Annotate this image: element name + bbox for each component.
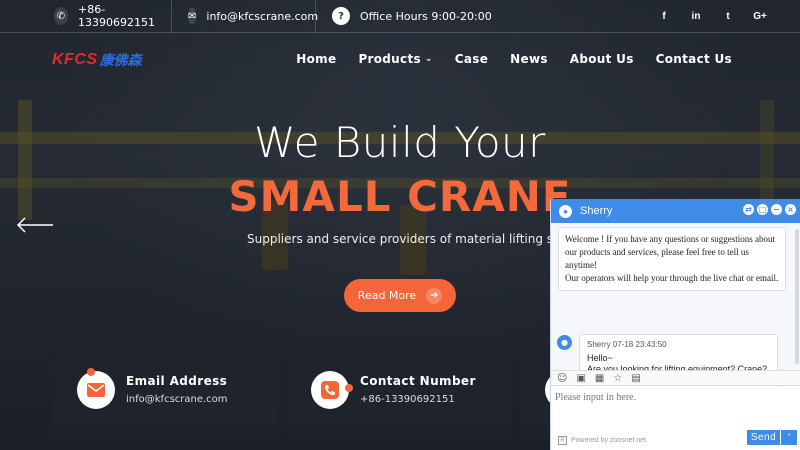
social-links: f in t G+ bbox=[654, 0, 770, 33]
chat-scrollbar[interactable] bbox=[795, 229, 799, 364]
email-card-title: Email Address bbox=[126, 374, 228, 388]
save-icon[interactable]: ▤ bbox=[631, 373, 640, 384]
chat-agent-name: Sherry bbox=[580, 205, 613, 217]
nav-contact[interactable]: Contact Us bbox=[656, 52, 732, 66]
live-chat-widget: ● Sherry ⇄ □ − × Welcome ! If you have a… bbox=[550, 199, 800, 450]
nav-case[interactable]: Case bbox=[455, 52, 488, 66]
email-card: Email Address info@kfcscrane.com bbox=[53, 350, 278, 434]
image-icon[interactable]: ▣ bbox=[576, 373, 585, 384]
topbar-phone[interactable]: ✆ +86-13390692151 bbox=[0, 0, 171, 33]
logo-brand: KFCS bbox=[52, 51, 98, 68]
phone-card-text: +86-13390692151 bbox=[360, 394, 455, 405]
nav-products-label: Products bbox=[358, 52, 421, 66]
chat-header[interactable]: ● Sherry ⇄ □ − × bbox=[551, 199, 800, 223]
topbar-hours: ? Office Hours 9:00-20:00 bbox=[315, 0, 504, 33]
accent-dot bbox=[345, 384, 353, 392]
welcome-text: Welcome ! If you have any questions or s… bbox=[565, 234, 775, 270]
hero-title-line1: We Build Your bbox=[254, 118, 546, 167]
chat-logo-icon: ● bbox=[559, 204, 572, 218]
read-more-button[interactable]: Read More ➜ bbox=[344, 279, 456, 312]
twitter-icon[interactable]: t bbox=[718, 7, 738, 27]
nav-news[interactable]: News bbox=[510, 52, 548, 66]
phone-card-title: Contact Number bbox=[360, 374, 476, 388]
topbar-phone-text: +86-13390692151 bbox=[78, 3, 155, 29]
minimize-icon[interactable]: − bbox=[771, 204, 782, 215]
linkedin-icon[interactable]: in bbox=[686, 7, 706, 27]
nav-home[interactable]: Home bbox=[296, 52, 336, 66]
topbar-email[interactable]: ✉ info@kfcscrane.com bbox=[171, 0, 319, 33]
agent-avatar: ● bbox=[557, 335, 572, 350]
phone-card: Contact Number +86-13390692151 bbox=[287, 350, 512, 434]
nav-products[interactable]: Products ⌄ bbox=[358, 52, 432, 66]
topbar-hours-text: Office Hours 9:00-20:00 bbox=[360, 9, 492, 23]
phone-icon bbox=[311, 371, 349, 409]
welcome-message: Welcome ! If you have any questions or s… bbox=[558, 227, 786, 291]
emoji-icon[interactable]: ☺ bbox=[557, 373, 567, 384]
restore-icon[interactable]: ⇄ bbox=[743, 204, 754, 215]
question-icon: ? bbox=[332, 7, 350, 25]
topbar-email-text: info@kfcscrane.com bbox=[206, 9, 319, 23]
topbar: ✆ +86-13390692151 ✉ info@kfcscrane.com ?… bbox=[0, 0, 800, 33]
nav-about[interactable]: About Us bbox=[570, 52, 634, 66]
envelope-icon bbox=[77, 371, 115, 409]
close-icon[interactable]: × bbox=[785, 204, 796, 215]
chat-toolbar: ☺ ▣ ▦ ☆ ▤ bbox=[551, 370, 800, 386]
send-button[interactable]: Send bbox=[747, 430, 780, 445]
logo-chinese: 康佛森 bbox=[99, 52, 142, 68]
chevron-down-icon: ⌄ bbox=[424, 54, 433, 64]
phone-icon: ✆ bbox=[54, 7, 68, 25]
facebook-icon[interactable]: f bbox=[654, 7, 674, 27]
send-options-icon[interactable]: ˄ bbox=[781, 430, 797, 445]
star-icon[interactable]: ☆ bbox=[613, 373, 622, 384]
welcome-text-2: Our operators will help your through the… bbox=[565, 273, 779, 283]
accent-dot bbox=[87, 368, 95, 376]
chat-input[interactable] bbox=[551, 387, 800, 431]
message-meta: Sherry 07-18 23:43:50 bbox=[587, 340, 667, 349]
main-nav: Home Products ⌄ Case News About Us Conta… bbox=[274, 52, 732, 66]
email-card-text: info@kfcscrane.com bbox=[126, 394, 228, 405]
message-line1: Hello~ bbox=[587, 353, 613, 363]
zoosnet-logo-icon: R bbox=[558, 436, 567, 445]
chat-messages: Welcome ! If you have any questions or s… bbox=[551, 223, 800, 391]
google-plus-icon[interactable]: G+ bbox=[750, 7, 770, 27]
powered-by[interactable]: R Powered by zoosnet.net bbox=[558, 436, 646, 445]
folder-icon[interactable]: ▦ bbox=[595, 373, 604, 384]
hero-subtitle: Suppliers and service providers of mater… bbox=[247, 232, 591, 246]
envelope-icon: ✉ bbox=[188, 7, 197, 25]
chat-controls: ⇄ □ − × bbox=[743, 204, 796, 215]
arrow-right-icon: ➜ bbox=[426, 287, 443, 304]
maximize-icon[interactable]: □ bbox=[757, 204, 768, 215]
read-more-label: Read More bbox=[357, 289, 417, 302]
powered-by-text: Powered by zoosnet.net bbox=[571, 437, 647, 444]
site-logo[interactable]: KFCS 康佛森 bbox=[52, 50, 142, 70]
